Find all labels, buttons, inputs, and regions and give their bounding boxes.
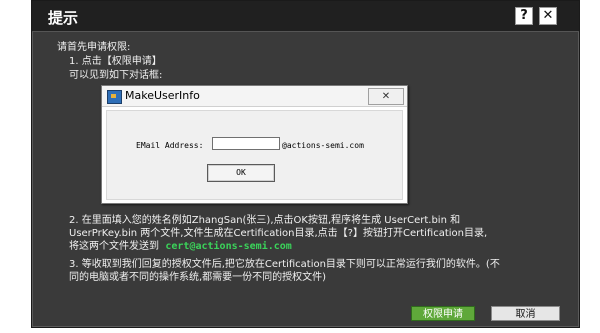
makeuserinfo-body: EMail Address: @actions-semi.com OK <box>106 110 403 200</box>
email-field <box>212 137 280 150</box>
makeuserinfo-titlebar: MakeUserInfo ✕ <box>102 86 407 107</box>
email-label: EMail Address: <box>136 141 204 150</box>
email-domain-suffix: @actions-semi.com <box>282 141 364 150</box>
step3-text-line1: 3. 等收取到我们回复的授权文件后,把它放在Certification目录下则可… <box>69 259 500 270</box>
step2-text-line3: 将这两个文件发送到 cert@actions-semi.com <box>69 240 292 253</box>
ok-button-illustration: OK <box>207 164 275 182</box>
makeuserinfo-close-icon: ✕ <box>368 88 404 105</box>
step3-text-line2: 同的电脑或者不同的操作系统,都需要一份不同的授权文件) <box>69 272 327 283</box>
apply-permission-button[interactable]: 权限申请 <box>411 306 475 321</box>
step1-text: 1. 点击【权限申请】 <box>69 56 162 67</box>
dialog-titlebar: 提示 ? ✕ <box>32 1 579 32</box>
intro-text: 请首先申请权限: <box>57 42 131 53</box>
makeuserinfo-screenshot: MakeUserInfo ✕ EMail Address: @actions-s… <box>101 85 408 204</box>
close-button[interactable]: ✕ <box>539 7 557 25</box>
makeuserinfo-title: MakeUserInfo <box>125 89 200 102</box>
step2-send-text: 将这两个文件发送到 <box>69 241 159 252</box>
step2-text-line1: 2. 在里面填入您的姓名例如ZhangSan(张三),点击OK按钮,程序将生成 … <box>69 215 461 226</box>
step1-subtext: 可以见到如下对话框: <box>69 70 163 81</box>
cancel-button[interactable]: 取消 <box>491 306 560 321</box>
permission-dialog: 提示 ? ✕ 请首先申请权限: 1. 点击【权限申请】 可以见到如下对话框: 2… <box>31 0 580 328</box>
step2-text-line2: UserPrKey.bin 两个文件,文件生成在Certification目录,… <box>69 228 488 239</box>
app-icon <box>107 90 122 104</box>
dialog-title: 提示 <box>48 9 79 27</box>
help-button[interactable]: ? <box>515 7 533 25</box>
cert-email: cert@actions-semi.com <box>165 241 292 252</box>
